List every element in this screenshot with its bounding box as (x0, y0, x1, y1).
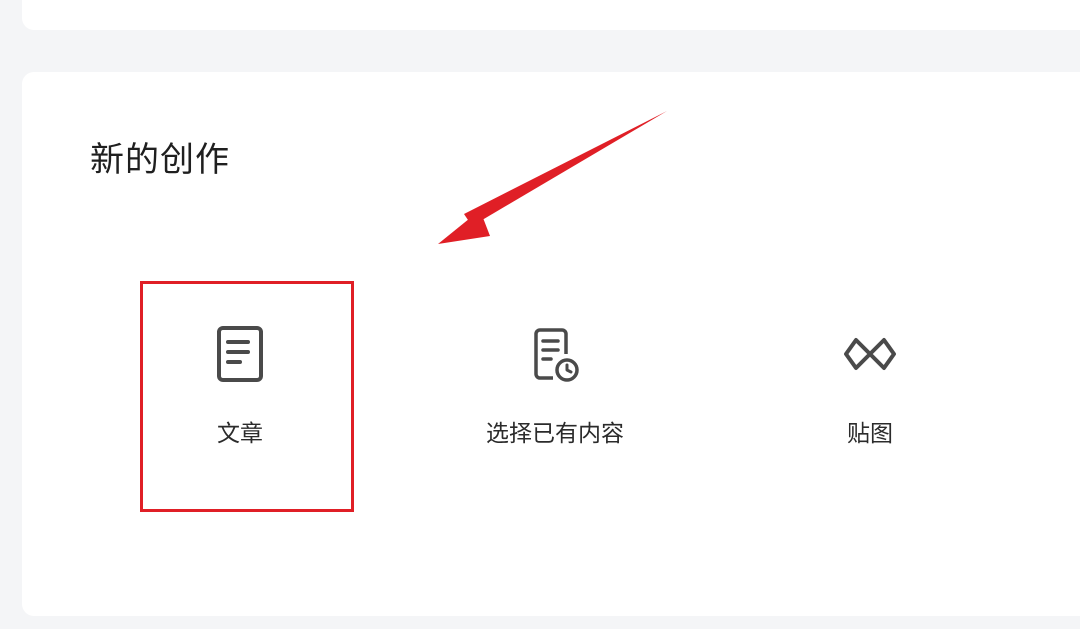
double-diamond-icon (840, 324, 900, 384)
option-sticker[interactable]: 贴图 (740, 300, 1000, 500)
option-select-existing[interactable]: 选择已有内容 (425, 300, 685, 500)
page: 新的创作 文章 选择已有内容 贴图 (0, 0, 1080, 629)
option-select-existing-label: 选择已有内容 (486, 421, 624, 447)
section-title: 新的创作 (90, 140, 230, 180)
option-sticker-label: 贴图 (847, 421, 893, 447)
document-clock-icon (525, 324, 585, 384)
previous-card (22, 0, 1080, 30)
highlight-box-annotation (140, 281, 354, 512)
